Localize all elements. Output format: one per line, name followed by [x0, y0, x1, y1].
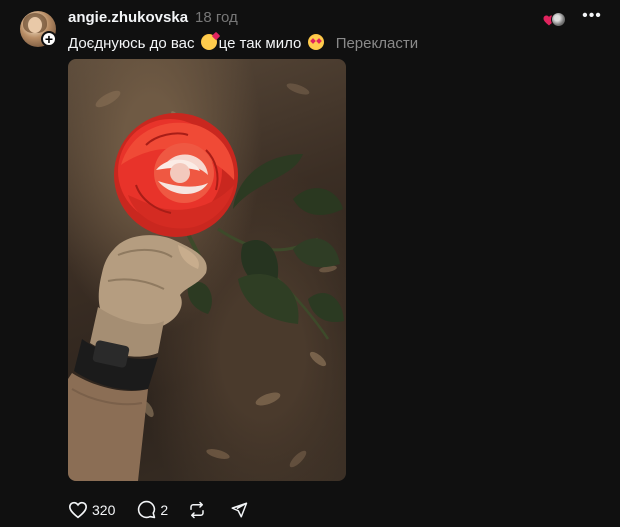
caption-text-1: Доєднуюсь до вас [68, 35, 195, 52]
like-count: 320 [92, 501, 116, 518]
like-button[interactable]: 320 [68, 501, 115, 519]
rose-photo-illustration [68, 83, 344, 481]
post-timestamp[interactable]: 18 год [195, 9, 238, 26]
follow-plus-icon[interactable]: + [41, 31, 57, 47]
caption-text-2: це так мило [218, 35, 302, 52]
share-button[interactable] [230, 501, 248, 519]
post-caption: Доєднуюсь до вас це так мило Перекласти [68, 34, 418, 52]
send-paper-plane-icon [231, 502, 248, 517]
post-photo[interactable] [68, 59, 346, 481]
username-link[interactable]: angie.zhukovska [68, 9, 188, 26]
repost-icon [190, 501, 204, 518]
translate-link[interactable]: Перекласти [336, 35, 418, 52]
smiling-face-with-hearts-icon [200, 34, 217, 50]
more-options-icon[interactable]: ••• [582, 8, 602, 24]
reply-button[interactable]: 2 [137, 500, 168, 519]
reply-count: 2 [160, 501, 169, 518]
heart-eyes-icon [307, 34, 324, 50]
thread-post: + angie.zhukovska 18 год ••• Доєднуюсь д… [0, 0, 620, 527]
post-header: angie.zhukovska 18 год [68, 9, 238, 26]
reactor-avatar [551, 12, 566, 27]
repost-button[interactable] [188, 501, 206, 519]
comment-bubble-icon [138, 500, 156, 519]
heart-outline-icon [68, 501, 88, 518]
reactors-indicator[interactable] [543, 11, 567, 27]
post-actions: 320 2 [68, 500, 248, 519]
